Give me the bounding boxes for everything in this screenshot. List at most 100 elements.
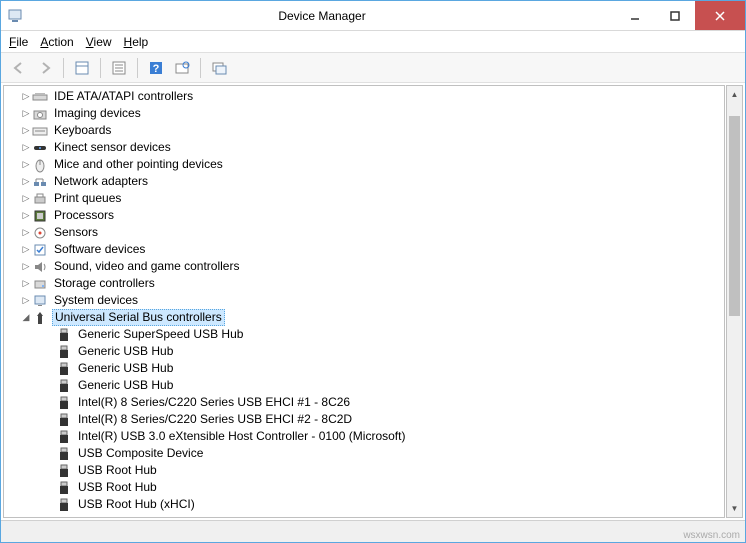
usb-plug-icon — [56, 361, 72, 377]
category-label: Software devices — [52, 241, 147, 258]
statusbar — [1, 520, 745, 542]
toolbar-separator — [137, 58, 138, 78]
category-keyboards[interactable]: ▷ Keyboards — [4, 122, 724, 139]
expand-toggle[interactable]: ▷ — [20, 258, 32, 275]
expand-toggle[interactable]: ▷ — [20, 105, 32, 122]
device-label: Intel(R) USB 3.0 eXtensible Host Control… — [76, 428, 407, 445]
properties-button[interactable] — [70, 56, 94, 80]
device-item[interactable]: USB Root Hub — [4, 479, 724, 496]
device-item[interactable]: Intel(R) 8 Series/C220 Series USB EHCI #… — [4, 394, 724, 411]
device-item[interactable]: Generic SuperSpeed USB Hub — [4, 326, 724, 343]
category-sound-video-and-game-controllers[interactable]: ▷ Sound, video and game controllers — [4, 258, 724, 275]
camera-icon — [32, 106, 48, 122]
category-label: Universal Serial Bus controllers — [52, 309, 225, 326]
device-label: USB Root Hub — [76, 479, 159, 496]
device-label: Intel(R) 8 Series/C220 Series USB EHCI #… — [76, 411, 354, 428]
menu-help[interactable]: Help — [124, 35, 149, 49]
category-software-devices[interactable]: ▷ Software devices — [4, 241, 724, 258]
help-button[interactable]: ? — [144, 56, 168, 80]
category-label: Mice and other pointing devices — [52, 156, 225, 173]
expand-toggle[interactable]: ▷ — [20, 275, 32, 292]
expand-toggle[interactable]: ▷ — [20, 139, 32, 156]
expand-toggle[interactable]: ▷ — [20, 207, 32, 224]
expand-toggle[interactable]: ▷ — [20, 224, 32, 241]
category-label: Kinect sensor devices — [52, 139, 173, 156]
device-tree[interactable]: ▷IDE ATA/ATAPI controllers▷Imaging devic… — [3, 85, 725, 518]
category-system-devices[interactable]: ▷System devices — [4, 292, 724, 309]
category-network-adapters[interactable]: ▷ Network adapters — [4, 173, 724, 190]
device-label: USB Composite Device — [76, 445, 205, 462]
device-label: Intel(R) 8 Series/C220 Series USB EHCI #… — [76, 394, 352, 411]
expand-toggle[interactable]: ◢ — [20, 309, 32, 326]
vertical-scrollbar[interactable]: ▲ ▼ — [726, 85, 743, 518]
usb-plug-icon — [56, 395, 72, 411]
expand-toggle[interactable]: ▷ — [20, 156, 32, 173]
toolbar-separator — [200, 58, 201, 78]
window-controls — [615, 1, 745, 30]
content-area: ▷IDE ATA/ATAPI controllers▷Imaging devic… — [1, 83, 745, 520]
keyboard-icon — [32, 123, 48, 139]
menu-action[interactable]: Action — [40, 35, 73, 49]
usb-plug-icon — [56, 429, 72, 445]
category-label: Imaging devices — [52, 105, 143, 122]
device-item[interactable]: USB Root Hub — [4, 462, 724, 479]
device-label: USB Root Hub (xHCI) — [76, 496, 197, 513]
close-button[interactable] — [695, 1, 745, 30]
menu-view[interactable]: View — [86, 35, 112, 49]
toolbar-separator — [100, 58, 101, 78]
category-imaging-devices[interactable]: ▷ Imaging devices — [4, 105, 724, 122]
device-label: Generic USB Hub — [76, 377, 175, 394]
back-button — [7, 56, 31, 80]
device-item[interactable]: Generic USB Hub — [4, 343, 724, 360]
category-universal-serial-bus-controllers[interactable]: ◢ Universal Serial Bus controllers — [4, 309, 724, 326]
mouse-icon — [32, 157, 48, 173]
window-title: Device Manager — [29, 9, 615, 23]
expand-toggle[interactable]: ▷ — [20, 241, 32, 258]
category-label: Processors — [52, 207, 116, 224]
category-mice-and-other-pointing-devices[interactable]: ▷ Mice and other pointing devices — [4, 156, 724, 173]
show-hidden-button[interactable] — [207, 56, 231, 80]
device-item[interactable]: USB Composite Device — [4, 445, 724, 462]
device-item[interactable]: Intel(R) USB 3.0 eXtensible Host Control… — [4, 428, 724, 445]
toolbar: ? — [1, 53, 745, 83]
scroll-down-arrow[interactable]: ▼ — [727, 500, 742, 517]
device-item[interactable]: Generic USB Hub — [4, 377, 724, 394]
expand-toggle[interactable]: ▷ — [20, 173, 32, 190]
system-icon — [32, 293, 48, 309]
titlebar: Device Manager — [1, 1, 745, 31]
menubar: File Action View Help — [1, 31, 745, 53]
usb-plug-icon — [56, 446, 72, 462]
scroll-thumb[interactable] — [729, 116, 740, 316]
category-label: Sensors — [52, 224, 100, 241]
kinect-icon — [32, 140, 48, 156]
category-label: Network adapters — [52, 173, 150, 190]
device-item[interactable]: Intel(R) 8 Series/C220 Series USB EHCI #… — [4, 411, 724, 428]
device-item[interactable]: Generic USB Hub — [4, 360, 724, 377]
category-print-queues[interactable]: ▷Print queues — [4, 190, 724, 207]
device-item[interactable]: USB Root Hub (xHCI) — [4, 496, 724, 513]
category-sensors[interactable]: ▷ Sensors — [4, 224, 724, 241]
menu-file[interactable]: File — [9, 35, 28, 49]
expand-toggle[interactable]: ▷ — [20, 122, 32, 139]
sound-icon — [32, 259, 48, 275]
usb-plug-icon — [56, 344, 72, 360]
expand-toggle[interactable]: ▷ — [20, 292, 32, 309]
category-kinect-sensor-devices[interactable]: ▷ Kinect sensor devices — [4, 139, 724, 156]
scan-button[interactable] — [170, 56, 194, 80]
category-ide-ata-atapi-controllers[interactable]: ▷IDE ATA/ATAPI controllers — [4, 88, 724, 105]
category-storage-controllers[interactable]: ▷Storage controllers — [4, 275, 724, 292]
minimize-button[interactable] — [615, 1, 655, 30]
category-label: Keyboards — [52, 122, 113, 139]
usb-plug-icon — [56, 463, 72, 479]
sensor-icon — [32, 225, 48, 241]
network-icon — [32, 174, 48, 190]
expand-toggle[interactable]: ▷ — [20, 88, 32, 105]
view-button[interactable] — [107, 56, 131, 80]
maximize-button[interactable] — [655, 1, 695, 30]
usb-plug-icon — [56, 480, 72, 496]
scroll-up-arrow[interactable]: ▲ — [727, 86, 742, 103]
expand-toggle[interactable]: ▷ — [20, 190, 32, 207]
category-label: Sound, video and game controllers — [52, 258, 241, 275]
category-processors[interactable]: ▷ Processors — [4, 207, 724, 224]
cpu-icon — [32, 208, 48, 224]
